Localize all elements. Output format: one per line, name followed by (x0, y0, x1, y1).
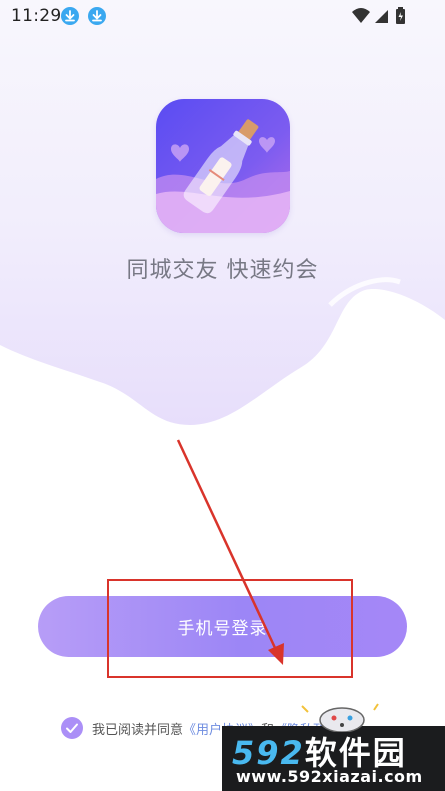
download-icon (88, 7, 106, 25)
battery-icon (396, 7, 405, 24)
agreement-checkbox[interactable] (61, 717, 83, 739)
message-bottle-icon (156, 99, 290, 233)
status-bar: 11:29 (0, 0, 445, 32)
watermark-url: www.592xiazai.com (236, 767, 423, 786)
status-icons (351, 6, 411, 30)
wifi-icon (352, 8, 370, 23)
download-icon (61, 7, 79, 25)
signal-icon (375, 10, 388, 23)
checkmark-icon (66, 723, 78, 733)
app-slogan: 同城交友 快速约会 (126, 258, 319, 283)
app-logo (156, 99, 290, 233)
agreement-prefix: 我已阅读并同意 (92, 722, 184, 738)
gamepad-icon (301, 703, 379, 732)
status-time: 11:29 (11, 6, 62, 26)
annotation-highlight-box (107, 579, 353, 678)
watermark: 592软件园 www.592xiazai.com (222, 726, 445, 791)
